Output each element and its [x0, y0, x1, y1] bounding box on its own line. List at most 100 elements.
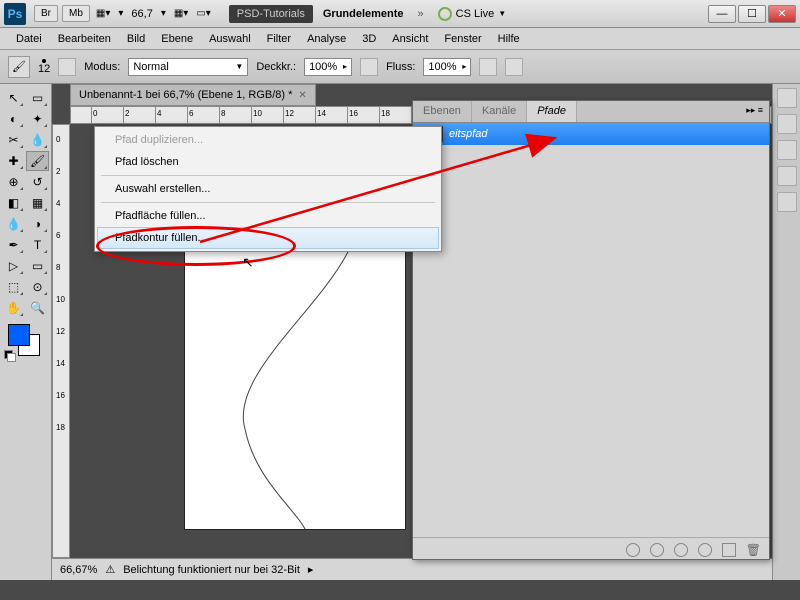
- menu-bearbeiten[interactable]: Bearbeiten: [50, 30, 119, 48]
- menu-filter[interactable]: Filter: [259, 30, 299, 48]
- menu-hilfe[interactable]: Hilfe: [490, 30, 528, 48]
- minimize-button[interactable]: —: [708, 5, 736, 23]
- document-tab[interactable]: Unbenannt-1 bei 66,7% (Ebene 1, RGB/8) *…: [70, 84, 316, 106]
- menu-bar: Datei Bearbeiten Bild Ebene Auswahl Filt…: [0, 28, 800, 50]
- eyedropper-tool[interactable]: 💧: [26, 130, 49, 150]
- tab-ebenen[interactable]: Ebenen: [413, 101, 472, 122]
- eraser-tool[interactable]: ◧: [2, 193, 25, 213]
- crop-tool[interactable]: ✂: [2, 130, 25, 150]
- vertical-ruler: 024681012141618: [52, 124, 70, 558]
- tab-kanaele[interactable]: Kanäle: [472, 101, 527, 122]
- panel-tab-bar: Ebenen Kanäle Pfade ▸▸ ≡: [413, 101, 769, 123]
- default-colors-icon[interactable]: [4, 350, 16, 360]
- zoom-dropdown[interactable]: ▾: [157, 8, 170, 19]
- dock-color-icon[interactable]: [777, 166, 797, 186]
- dock-paragraph-icon[interactable]: [777, 192, 797, 212]
- delete-path-icon[interactable]: 🗑: [746, 543, 761, 557]
- path-to-selection-icon[interactable]: [674, 543, 688, 557]
- toolbox: ↖▭ ◐✦ ✂💧 ✚🖌 ⊕↺ ◧▦ 💧◑ ✒T ▷▭ ⬚⊙ ✋🔍: [0, 84, 52, 580]
- move-tool[interactable]: ↖: [2, 88, 25, 108]
- cs-live-icon: [438, 7, 452, 21]
- zoom-level[interactable]: 66,7: [131, 8, 152, 20]
- maximize-button[interactable]: ☐: [738, 5, 766, 23]
- menu-fenster[interactable]: Fenster: [436, 30, 489, 48]
- wand-tool[interactable]: ✦: [26, 109, 49, 129]
- pen-tool[interactable]: ✒: [2, 235, 25, 255]
- marquee-tool[interactable]: ▭: [26, 88, 49, 108]
- gradient-tool[interactable]: ▦: [26, 193, 49, 213]
- title-bar: Ps Br Mb ▦▾ ▾ 66,7 ▾ ▦▾ ▭▾ PSD-Tutorials…: [0, 0, 800, 28]
- bridge-button[interactable]: Br: [34, 5, 58, 22]
- zoom-tool[interactable]: 🔍: [26, 298, 49, 318]
- workspace-grundelemente[interactable]: Grundelemente: [315, 5, 412, 23]
- tablet-pressure-icon[interactable]: [505, 58, 523, 76]
- heal-tool[interactable]: ✚: [2, 151, 25, 171]
- menu-datei[interactable]: Datei: [8, 30, 50, 48]
- type-tool[interactable]: T: [26, 235, 49, 255]
- right-dock: [772, 84, 800, 580]
- menu-analyse[interactable]: Analyse: [299, 30, 354, 48]
- ctx-item[interactable]: Pfadfläche füllen...: [97, 205, 439, 227]
- ctx-item[interactable]: Pfadkontur füllen...: [97, 227, 439, 249]
- menu-auswahl[interactable]: Auswahl: [201, 30, 259, 48]
- dodge-tool[interactable]: ◑: [26, 214, 49, 234]
- workspace-psd-tutorials[interactable]: PSD-Tutorials: [229, 5, 313, 23]
- opacity-pressure-icon[interactable]: [360, 58, 378, 76]
- hand-tool[interactable]: ✋: [2, 298, 25, 318]
- menu-ebene[interactable]: Ebene: [153, 30, 201, 48]
- opacity-input[interactable]: 100%▸: [304, 58, 352, 76]
- brush-tool[interactable]: 🖌: [26, 151, 49, 171]
- dock-adjustments-icon[interactable]: [777, 140, 797, 160]
- path-select-tool[interactable]: ▷: [2, 256, 25, 276]
- ctx-item[interactable]: Auswahl erstellen...: [97, 178, 439, 200]
- minibridge-button[interactable]: Mb: [62, 5, 90, 22]
- new-path-icon[interactable]: [722, 543, 736, 557]
- tool-preset-icon[interactable]: 🖌: [8, 56, 30, 78]
- ctx-item[interactable]: Pfad löschen: [97, 151, 439, 173]
- modus-label: Modus:: [84, 61, 120, 73]
- close-button[interactable]: ✕: [768, 5, 796, 23]
- tab-pfade[interactable]: Pfade: [527, 101, 577, 122]
- menu-ansicht[interactable]: Ansicht: [384, 30, 436, 48]
- brush-size-label: 12: [38, 63, 50, 75]
- flow-input[interactable]: 100%▸: [423, 58, 471, 76]
- history-brush-tool[interactable]: ↺: [26, 172, 49, 192]
- modus-select[interactable]: Normal▼: [128, 58, 248, 76]
- foreground-color[interactable]: [8, 324, 30, 346]
- dock-swatches-icon[interactable]: [777, 88, 797, 108]
- view-dropdown[interactable]: ▦▾: [92, 8, 114, 19]
- close-tab-icon[interactable]: ✕: [298, 90, 306, 101]
- 3d-camera-tool[interactable]: ⊙: [26, 277, 49, 297]
- shape-tool[interactable]: ▭: [26, 256, 49, 276]
- status-zoom[interactable]: 66,67%: [60, 564, 97, 576]
- airbrush-icon[interactable]: [479, 58, 497, 76]
- panel-body[interactable]: eitspfad: [413, 123, 769, 537]
- path-item-label: eitspfad: [449, 128, 488, 140]
- workspace-more-icon[interactable]: »: [418, 8, 424, 20]
- window-controls: — ☐ ✕: [708, 5, 796, 23]
- ctx-item: Pfad duplizieren...: [97, 129, 439, 151]
- arrange-dropdown[interactable]: ▦▾: [170, 8, 192, 19]
- menu-3d[interactable]: 3D: [354, 30, 384, 48]
- flow-label: Fluss:: [386, 61, 415, 73]
- path-item-arbeitspfad[interactable]: eitspfad: [413, 123, 769, 145]
- cs-live-button[interactable]: CS Live ▼: [438, 7, 506, 21]
- brush-preview[interactable]: 12: [38, 59, 50, 75]
- fill-path-icon[interactable]: [626, 543, 640, 557]
- panel-menu-icon[interactable]: ▸▸ ≡: [740, 101, 769, 122]
- blur-tool[interactable]: 💧: [2, 214, 25, 234]
- stroke-path-icon[interactable]: [650, 543, 664, 557]
- selection-to-path-icon[interactable]: [698, 543, 712, 557]
- context-menu: Pfad duplizieren...Pfad löschen Auswahl e…: [94, 126, 442, 252]
- extras-dropdown[interactable]: ▾: [114, 8, 127, 19]
- stamp-tool[interactable]: ⊕: [2, 172, 25, 192]
- ps-logo-icon: Ps: [4, 3, 26, 25]
- lasso-tool[interactable]: ◐: [2, 109, 25, 129]
- dock-styles-icon[interactable]: [777, 114, 797, 134]
- chevron-down-icon: ▼: [498, 9, 506, 18]
- menu-bild[interactable]: Bild: [119, 30, 153, 48]
- brush-panel-icon[interactable]: [58, 58, 76, 76]
- 3d-tool[interactable]: ⬚: [2, 277, 25, 297]
- status-message: Belichtung funktioniert nur bei 32-Bit: [123, 564, 300, 576]
- screen-mode-dropdown[interactable]: ▭▾: [192, 8, 214, 19]
